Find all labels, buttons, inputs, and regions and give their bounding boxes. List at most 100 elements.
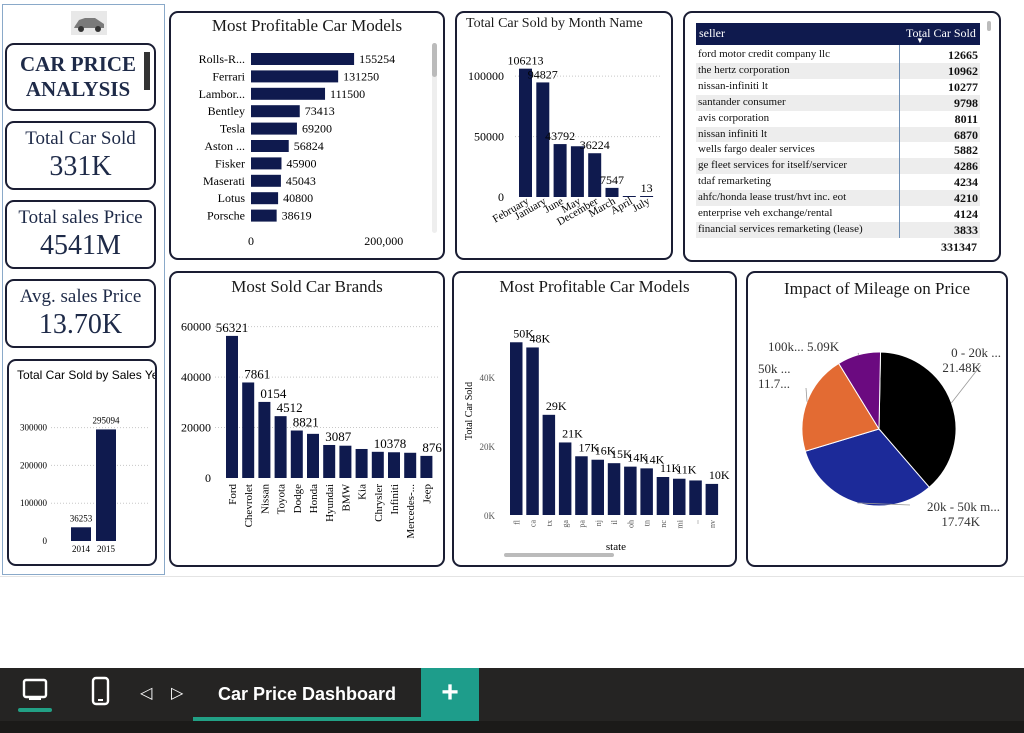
data-label: 106213 [508,54,544,68]
data-label: 94827 [528,67,558,81]
tick-label: 100000 [20,498,48,508]
bar [689,480,702,515]
category-label: Chevrolet [243,484,255,527]
data-label: 29K [546,399,567,413]
kpi-label: Total Car Sold [25,128,136,149]
seller-table-card[interactable]: seller Total Car Sold ▼ ford motor credi… [683,11,1001,262]
scrollbar[interactable] [987,21,991,31]
scrollbar[interactable] [432,43,437,233]
data-label: 36224 [580,138,610,152]
chart-card-state[interactable]: Most Profitable Car Models 0K 20K 40K Total… [452,271,737,567]
bar [404,452,417,478]
chart-brands: 0 20000 40000 60000 56321 Ford 7861 Chevrolet 01… [181,320,443,539]
chart-card-mileage[interactable]: Impact of Mileage on Price 0 - 20k ... 21… [746,271,1008,567]
bar [96,429,116,541]
table-row[interactable]: avis corporation 8011 [696,110,980,127]
chart-card-profitable-models[interactable]: Most Profitable Car Models Rolls-R... 155… [169,11,445,260]
tick-label: 200000 [20,460,48,470]
next-page-icon[interactable]: ▷ [171,683,183,702]
pie-label: 100k... 5.09K [768,339,840,354]
table-row[interactable]: financial services remarketing (lease) 38… [696,221,980,238]
kpi-value: 4541M [40,230,121,261]
data-label: 111500 [330,87,365,101]
seller-cell: wells fargo dealer services [698,143,815,156]
total-cell: 8011 [954,111,978,126]
axis-label: state [606,541,626,553]
data-label: 56321 [216,320,249,335]
category-label: Bentley [208,104,245,118]
category-label: ca [529,520,538,528]
category-label: 2014 [72,544,91,554]
mobile-view-icon[interactable] [90,676,112,708]
desktop-view-icon[interactable] [16,676,54,716]
seller-cell: nissan infiniti lt [698,127,768,140]
chart-card-year[interactable]: Total Car Sold by Sales Year 0 100000 2000… [7,359,157,566]
chart-card-brands[interactable]: Most Sold Car Brands 0 20000 40000 60000 563… [169,271,445,567]
data-label: 10378 [374,436,407,451]
kpi-label: Avg. sales Price [19,286,142,307]
data-label: 4512 [277,400,303,415]
category-label: Ford [227,484,239,505]
table-row[interactable]: ahfc/honda lease trust/hvt inc. eot 4210 [696,190,980,207]
kpi-label: Total sales Price [18,207,143,228]
seller-cell: ahfc/honda lease trust/hvt inc. eot [698,191,847,204]
sort-desc-icon: ▼ [916,36,924,45]
data-label: 21K [562,426,583,440]
tick-label: 200,000 [364,234,403,248]
kpi-card-total-price: Total sales Price 4541M [5,200,156,269]
data-label: 36253 [70,513,93,523]
table-row[interactable]: enterprise veh exchange/rental 4124 [696,206,980,222]
table-row[interactable]: the hertz corporation 10962 [696,62,980,79]
tick-label: 0 [205,471,211,485]
data-label: 8761 [422,440,443,455]
table-row[interactable]: ge fleet services for itself/servicer 428… [696,158,980,175]
bar [251,122,297,135]
category-label: BMW [340,483,352,511]
bar [607,463,621,515]
category-label: Maserati [203,174,246,188]
tab-car-price-dashboard[interactable]: Car Price Dashboard [193,668,421,721]
chart-card-month[interactable]: Total Car Sold by Month Name 0 50000 10000… [455,11,673,260]
column-header-seller[interactable]: seller [699,26,725,41]
bar [705,483,719,515]
bar [339,445,352,478]
table-row[interactable]: ford motor credit company llc 12665 [696,47,980,63]
seller-cell: ge fleet services for itself/servicer [698,159,848,172]
seller-cell: the hertz corporation [698,63,790,76]
data-label: 7861 [244,366,270,381]
tick-label: 0 [498,190,504,204]
data-label: 7547 [600,173,624,187]
bar [251,192,279,205]
add-page-button[interactable]: + [421,668,479,721]
total-cell: 10962 [948,63,978,78]
bar [242,382,255,478]
category-label: Rolls-R... [199,52,245,66]
leader-line [805,387,808,402]
bar [519,68,532,197]
table-row[interactable]: santander consumer 9798 [696,94,980,111]
tick-label: 40K [480,373,496,383]
bar [258,401,271,478]
table-row[interactable]: wells fargo dealer services 5882 [696,142,980,159]
category-label: Mercedes-... [405,484,417,539]
prev-page-icon[interactable]: ◁ [140,683,152,702]
table-row[interactable]: nissan-infiniti lt 10277 [696,78,980,95]
category-label: Chrysler [373,484,385,522]
seller-cell: financial services remarketing (lease) [698,222,863,235]
data-label: 45900 [286,156,316,170]
status-strip [0,721,1024,733]
table-row[interactable]: nissan infiniti lt 6870 [696,126,980,143]
category-label: Kia [357,484,369,500]
seller-cell: santander consumer [698,95,786,108]
tick-label: 0 [248,234,254,248]
table-row[interactable]: tdaf remarketing 4234 [696,174,980,191]
category-label: Hyundai [324,484,336,522]
tick-label: 0 [43,536,48,546]
data-label: 3087 [325,429,352,444]
pie-value: 21.48K [942,360,981,375]
pie-label: 20k - 50k m... [927,499,1000,514]
chart-title: Total Car Sold by Sales Year [17,368,155,382]
pie-value: 17.74K [941,514,980,529]
data-label: 295094 [93,415,121,425]
scrollbar [504,553,614,557]
